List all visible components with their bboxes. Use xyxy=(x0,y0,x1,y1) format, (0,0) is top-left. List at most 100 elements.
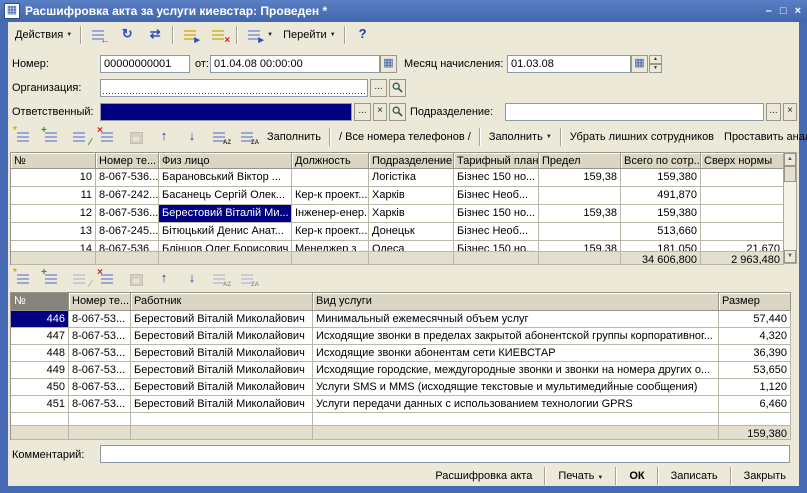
column-header[interactable]: Должность xyxy=(292,153,369,169)
sort-desc-button[interactable]: ZA xyxy=(234,268,262,290)
table-cell[interactable]: Берестовий Віталій Миколайович xyxy=(131,311,313,328)
comment-input[interactable] xyxy=(100,445,790,463)
act-decode-button[interactable]: Расшифровка акта xyxy=(426,469,541,483)
table-cell[interactable]: 36,390 xyxy=(719,345,791,362)
table-cell[interactable]: 491,870 xyxy=(621,187,701,205)
table-cell[interactable]: 8-067-53... xyxy=(69,396,131,413)
spin-up-button[interactable]: ▲ xyxy=(649,55,662,64)
table-cell[interactable] xyxy=(539,187,621,205)
empty-cell[interactable] xyxy=(69,413,131,426)
column-header[interactable]: Предел xyxy=(539,153,621,169)
organization-input[interactable] xyxy=(100,79,368,97)
table-cell[interactable]: 8-067-242... xyxy=(96,187,159,205)
empty-cell[interactable] xyxy=(131,413,313,426)
column-header[interactable]: Физ лицо xyxy=(159,153,292,169)
copy-row-button[interactable]: + xyxy=(38,268,66,290)
table-cell[interactable]: Кер-к проект... xyxy=(292,223,369,241)
spin-down-button[interactable]: ▼ xyxy=(649,64,662,73)
table-cell[interactable]: Менеджер з ... xyxy=(292,241,369,252)
table-cell[interactable]: 159,38 xyxy=(539,241,621,252)
delete-row-button[interactable]: × xyxy=(94,268,122,290)
refresh-button[interactable]: ↻ xyxy=(113,24,141,46)
table-cell[interactable]: 159,38 xyxy=(539,169,621,187)
fill-button[interactable]: Заполнить xyxy=(262,126,326,148)
column-header[interactable]: Работник xyxy=(131,293,313,311)
table-cell[interactable]: 159,38 xyxy=(539,205,621,223)
table-cell[interactable]: Берестовий Віталій Миколайович xyxy=(131,362,313,379)
ok-button[interactable]: ОК xyxy=(620,469,653,483)
column-header[interactable]: № xyxy=(11,153,96,169)
add-row-button[interactable]: * xyxy=(10,126,38,148)
table-cell[interactable]: 159,380 xyxy=(621,169,701,187)
set-analytics-button[interactable]: Проставить аналитику▼ xyxy=(719,126,807,148)
table-cell[interactable]: Берестовий Віталій Миколайович xyxy=(131,345,313,362)
all-phone-numbers-button[interactable]: / Все номера телефонов / xyxy=(334,126,476,148)
table-cell[interactable]: 4,320 xyxy=(719,328,791,345)
table-cell[interactable]: Берестовий Віталій Миколайович xyxy=(131,396,313,413)
scroll-up-button[interactable]: ▲ xyxy=(784,153,796,166)
table-cell[interactable] xyxy=(701,223,784,241)
table-cell[interactable]: Басанець Сергій Олек... xyxy=(159,187,292,205)
move-down-button[interactable]: ↓ xyxy=(178,126,206,148)
table-cell[interactable]: 6,460 xyxy=(719,396,791,413)
table-cell[interactable]: 8-067-53... xyxy=(69,311,131,328)
table-cell[interactable]: 448 xyxy=(11,345,69,362)
accrual-month-input[interactable] xyxy=(507,55,631,73)
copy-row-button[interactable]: + xyxy=(38,126,66,148)
empty-cell[interactable] xyxy=(313,413,719,426)
table-cell[interactable]: Бізнес Необ... xyxy=(454,187,539,205)
table-cell[interactable]: Логістіка xyxy=(369,169,454,187)
table-cell[interactable]: Блінцов Олег Борисович xyxy=(159,241,292,252)
end-edit-button[interactable] xyxy=(122,126,150,148)
table-cell[interactable]: 11 xyxy=(11,187,96,205)
minimize-button[interactable]: – xyxy=(766,4,772,18)
print-button[interactable]: Печать▼ xyxy=(549,469,612,483)
table-cell[interactable]: Исходящие городские, междугородные звонк… xyxy=(313,362,719,379)
column-header[interactable]: Всего по сотр... xyxy=(621,153,701,169)
department-clear-button[interactable]: × xyxy=(783,103,797,121)
scroll-thumb[interactable] xyxy=(784,166,796,182)
table-cell[interactable]: 13 xyxy=(11,223,96,241)
department-input[interactable] xyxy=(505,103,764,121)
table-cell[interactable]: 8-067-53... xyxy=(69,379,131,396)
table-cell[interactable]: 447 xyxy=(11,328,69,345)
column-header[interactable]: Размер xyxy=(719,293,791,311)
move-down-button[interactable]: ↓ xyxy=(178,268,206,290)
actions-menu-button[interactable]: Действия▼ xyxy=(10,24,77,46)
number-input[interactable] xyxy=(100,55,190,73)
table-cell[interactable]: 513,660 xyxy=(621,223,701,241)
table-cell[interactable]: 450 xyxy=(11,379,69,396)
edit-row-button[interactable]: ∕ xyxy=(66,268,94,290)
clear-posting-button[interactable]: × xyxy=(205,24,233,46)
table-cell[interactable] xyxy=(701,169,784,187)
add-row-button[interactable]: * xyxy=(10,268,38,290)
table-cell[interactable]: Исходящие звонки абонентам сети КИЕВСТАР xyxy=(313,345,719,362)
selected-cell[interactable]: Берестовий Віталій Ми... xyxy=(159,205,292,223)
table-cell[interactable]: Услуги SMS и MMS (исходящие текстовые и … xyxy=(313,379,719,396)
close-button[interactable]: × xyxy=(795,4,801,18)
table-cell[interactable]: Кер-к проект... xyxy=(292,187,369,205)
table-cell[interactable]: 8-067-53... xyxy=(69,362,131,379)
table-cell[interactable]: 159,380 xyxy=(621,205,701,223)
table-cell[interactable] xyxy=(701,205,784,223)
table-cell[interactable]: Барановський Віктор ... xyxy=(159,169,292,187)
table-cell[interactable]: 8-067-53... xyxy=(69,345,131,362)
table-cell[interactable] xyxy=(292,169,369,187)
move-up-button[interactable]: ↑ xyxy=(150,126,178,148)
goto-menu-button[interactable]: Перейти▼ xyxy=(278,24,341,46)
table-cell[interactable]: Бітюцький Денис Анат... xyxy=(159,223,292,241)
column-header[interactable]: № xyxy=(11,293,69,311)
table-cell[interactable]: Харків xyxy=(369,205,454,223)
table-cell[interactable]: Исходящие звонки в пределах закрытой або… xyxy=(313,328,719,345)
table-cell[interactable]: 8-067-536... xyxy=(96,205,159,223)
table-cell[interactable]: Бізнес 150 но... xyxy=(454,205,539,223)
table-cell[interactable]: 8-067-245... xyxy=(96,223,159,241)
table-cell[interactable]: 181,050 xyxy=(621,241,701,252)
table-cell[interactable]: 12 xyxy=(11,205,96,223)
date-input[interactable] xyxy=(210,55,380,73)
column-header[interactable]: Тарифный план xyxy=(454,153,539,169)
table-cell[interactable]: Услуги передачи данных с использованием … xyxy=(313,396,719,413)
sort-asc-button[interactable]: AZ xyxy=(206,268,234,290)
delete-row-button[interactable]: × xyxy=(94,126,122,148)
responsible-input[interactable] xyxy=(100,103,352,121)
